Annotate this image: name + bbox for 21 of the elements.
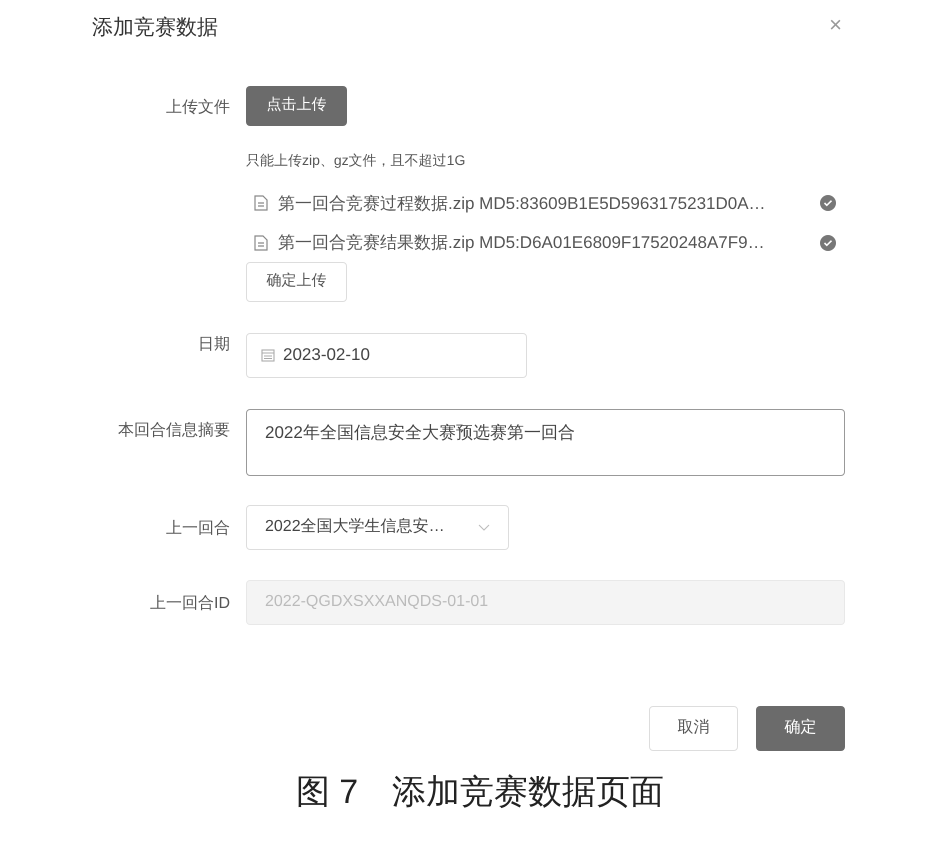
previous-round-select[interactable]: 2022全国大学生信息安… (246, 504, 509, 550)
upload-button[interactable]: 点击上传 (246, 86, 347, 126)
field-label: 日期 (198, 334, 230, 354)
field-label: 上一回合 (166, 518, 230, 538)
calendar-icon (261, 348, 275, 362)
field-label: 上一回合ID (150, 594, 230, 614)
ok-button[interactable]: 确定 (756, 706, 845, 750)
file-name: 第一回合竞赛过程数据.zip MD5:83609B1E5D5963175231D0A… (278, 192, 767, 214)
chevron-down-icon (478, 524, 490, 530)
figure-caption: 图 7 添加竞赛数据页面 (296, 772, 664, 812)
file-name: 第一回合竞赛结果数据.zip MD5:D6A01E6809F17520248A7F9… (278, 232, 766, 254)
confirm-upload-button[interactable]: 确定上传 (246, 262, 347, 302)
cancel-button[interactable]: 取消 (649, 706, 738, 750)
field-label: 上传文件 (166, 98, 230, 118)
upload-hint: 只能上传zip、gz文件，且不超过1G (246, 150, 466, 170)
dialog-title: 添加竞赛数据 (92, 15, 218, 41)
summary-textarea[interactable]: 2022年全国信息安全大赛预选赛第一回合 (246, 408, 845, 476)
field-label: 本回合信息摘要 (118, 420, 230, 440)
date-field[interactable]: 2023-02-10 (246, 332, 527, 378)
document-icon (254, 195, 268, 212)
document-icon (254, 234, 268, 251)
